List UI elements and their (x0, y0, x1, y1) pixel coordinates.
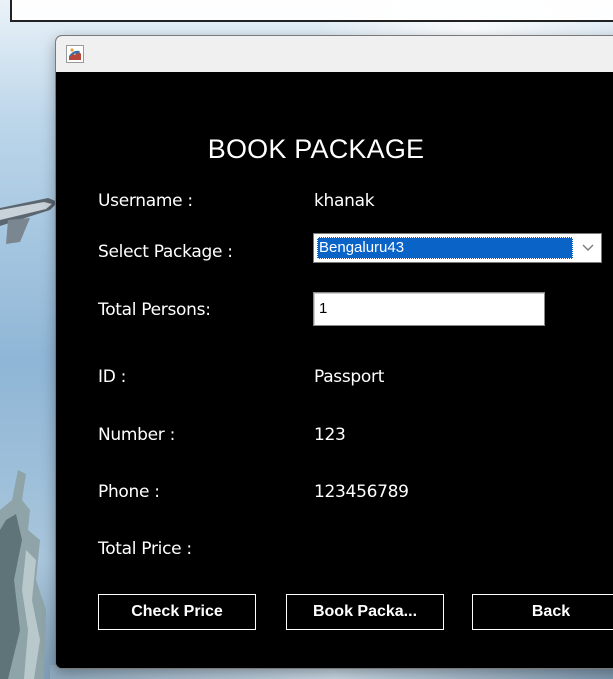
book-package-window: BOOK PACKAGE Username : khanak Select Pa… (56, 36, 613, 668)
persons-label: Total Persons: (98, 300, 211, 320)
number-value: 123 (314, 425, 346, 445)
id-label: ID : (98, 367, 127, 387)
phone-label: Phone : (98, 482, 160, 502)
java-app-icon (66, 45, 84, 63)
package-label: Select Package : (98, 242, 233, 262)
number-label: Number : (98, 425, 176, 445)
parent-window-frame (10, 0, 613, 22)
username-value: khanak (314, 191, 375, 211)
persons-input[interactable]: 1 (313, 292, 545, 326)
check-price-button[interactable]: Check Price (98, 594, 256, 630)
airplane-graphic (0, 198, 58, 244)
total-price-label: Total Price : (98, 539, 192, 559)
package-select[interactable]: Bengaluru43 (313, 233, 602, 263)
package-selected-value: Bengaluru43 (317, 237, 573, 259)
back-button[interactable]: Back (472, 594, 613, 630)
statue-graphic (0, 470, 46, 679)
title-bar[interactable] (56, 36, 613, 72)
form-panel: BOOK PACKAGE Username : khanak Select Pa… (56, 72, 613, 668)
page-title: BOOK PACKAGE (207, 134, 425, 164)
phone-value: 123456789 (314, 482, 409, 502)
book-package-button[interactable]: Book Packa... (286, 594, 444, 630)
chevron-down-icon[interactable] (577, 237, 599, 259)
username-label: Username : (98, 191, 193, 211)
id-value: Passport (314, 367, 385, 387)
